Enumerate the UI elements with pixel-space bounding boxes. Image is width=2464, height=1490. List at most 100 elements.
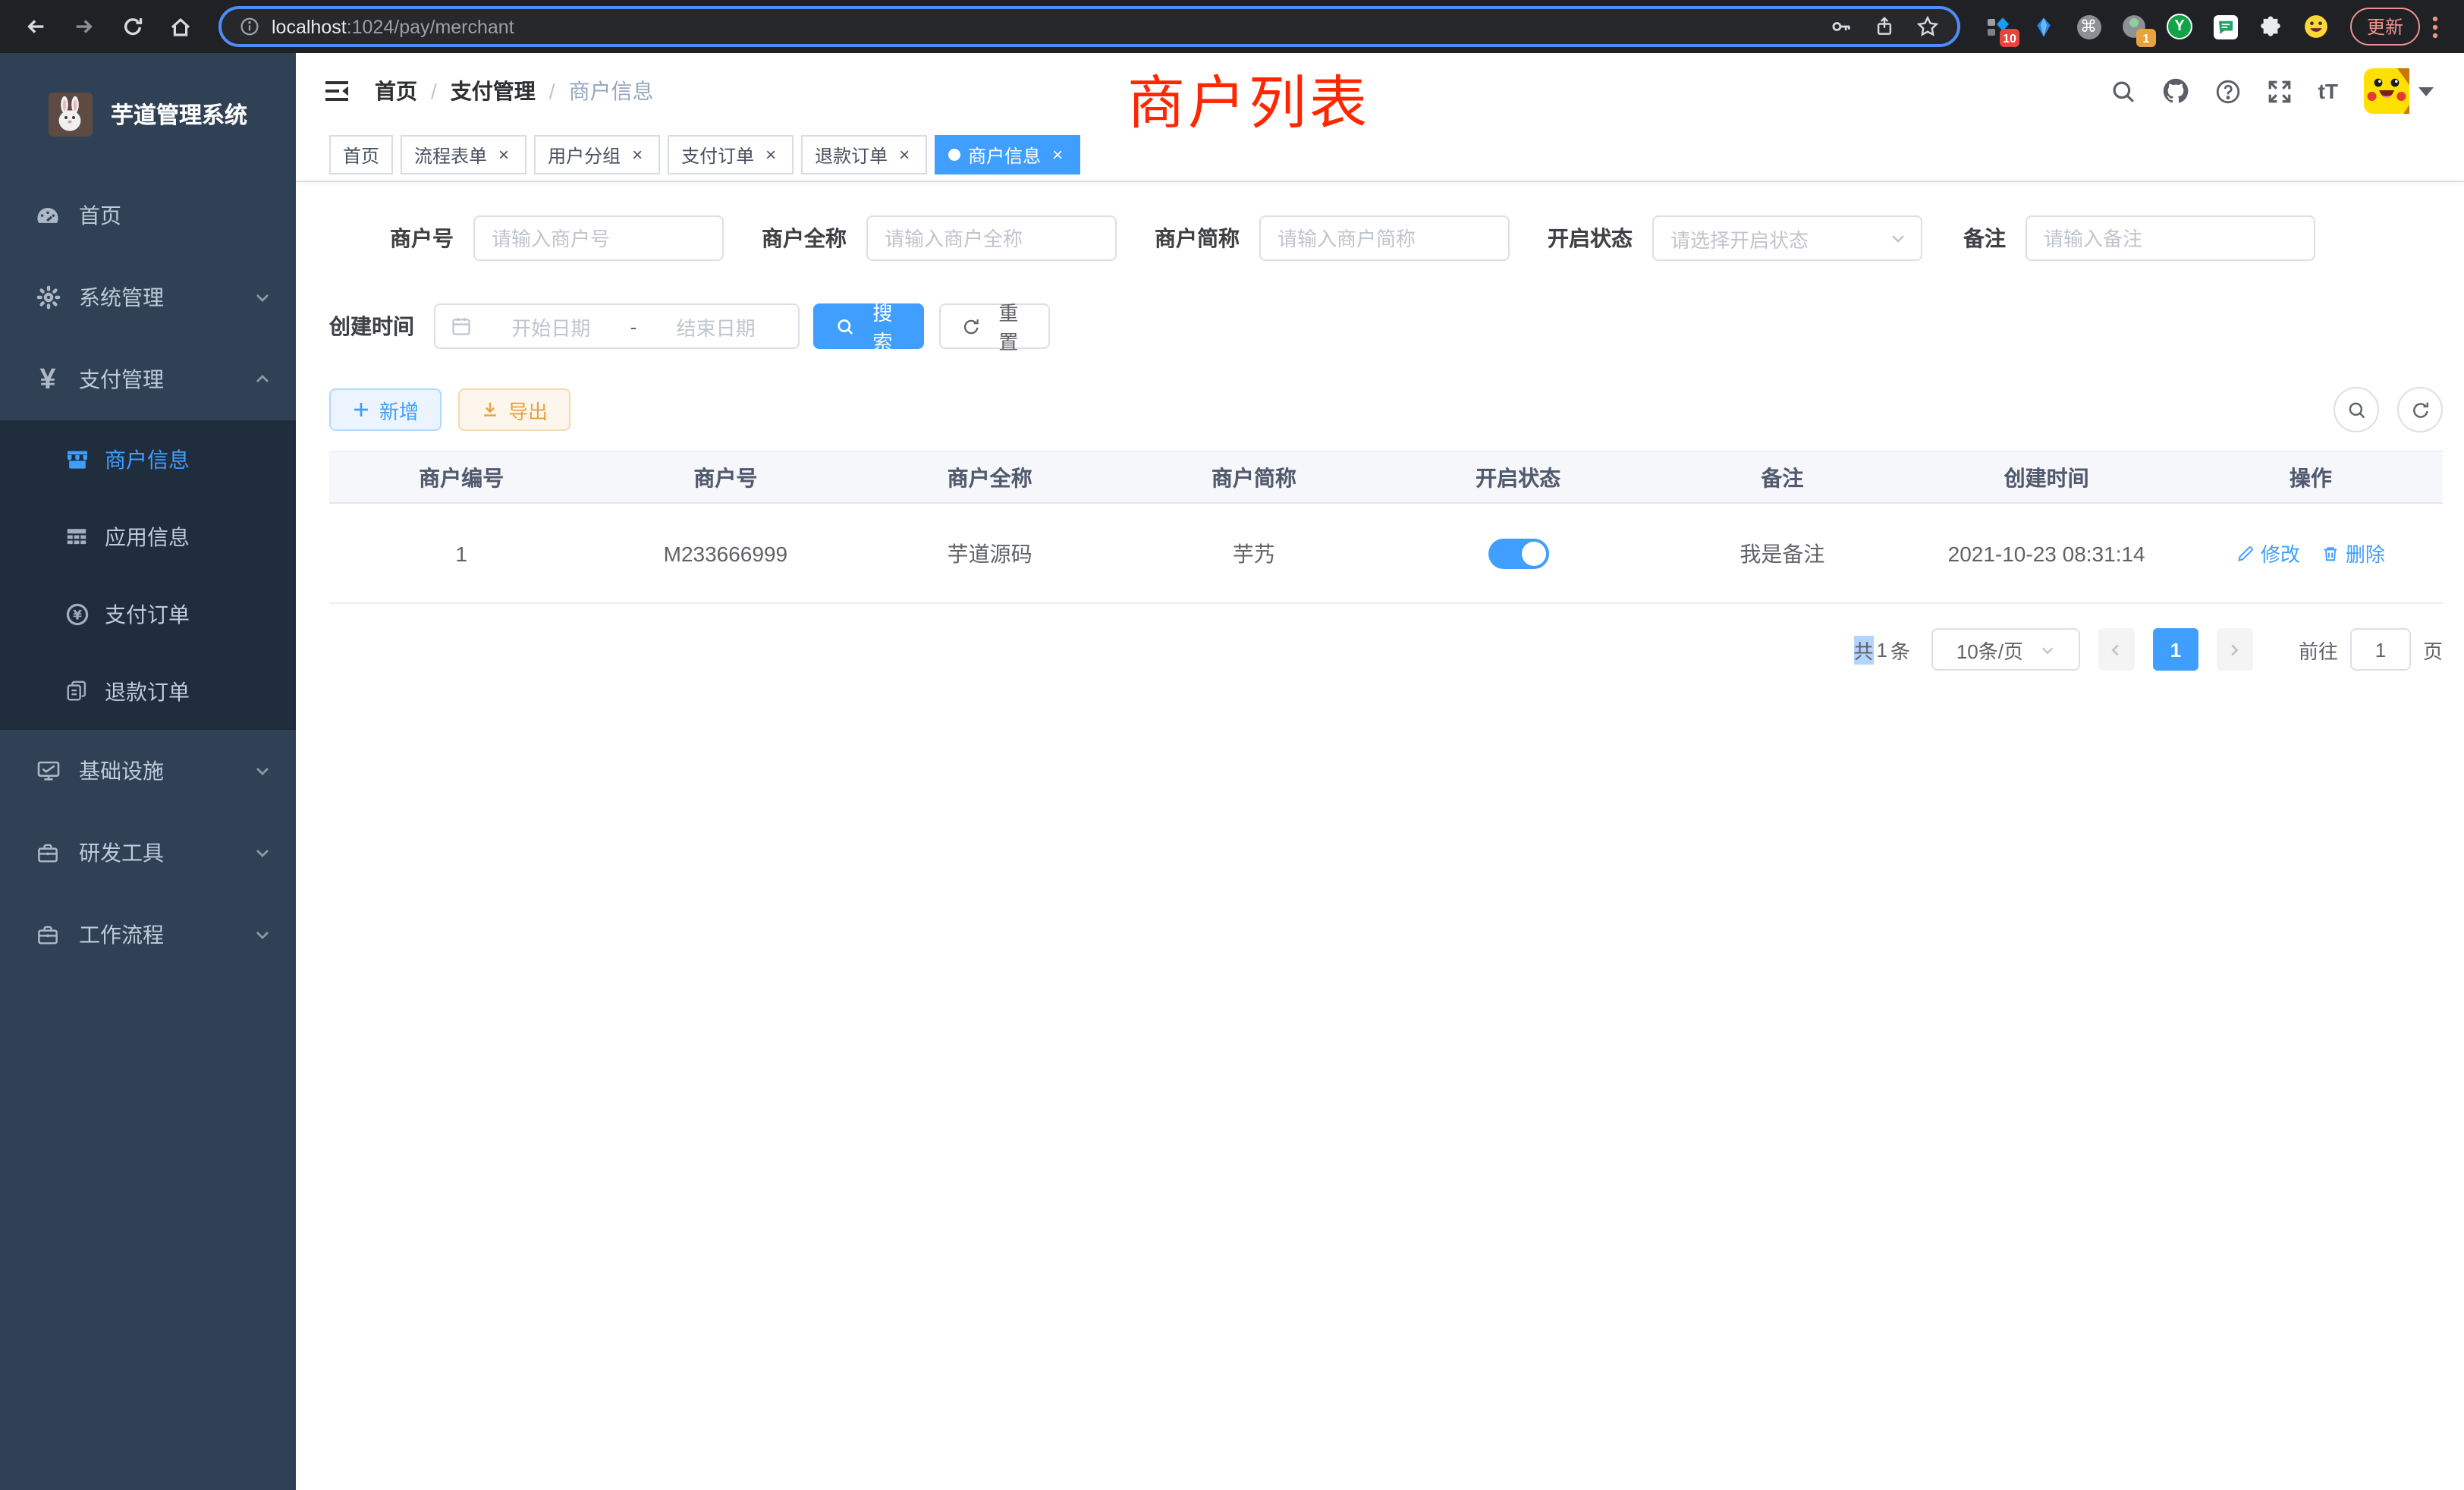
password-key-icon[interactable] <box>1830 15 1853 38</box>
sidebar-item-system[interactable]: 系统管理 <box>0 256 296 338</box>
browser-menu-icon[interactable] <box>2432 14 2438 39</box>
close-icon[interactable] <box>628 144 646 165</box>
add-button-label: 新增 <box>379 395 419 424</box>
share-icon[interactable] <box>1874 15 1895 38</box>
close-icon[interactable] <box>495 144 513 165</box>
url-text[interactable]: localhost:1024/pay/merchant <box>272 16 514 37</box>
prev-page-button[interactable] <box>2098 628 2135 671</box>
browser-update-button[interactable]: 更新 <box>2350 8 2420 46</box>
sidebar-item-merchant-info[interactable]: 商户信息 <box>0 420 296 498</box>
merchant-no-input[interactable] <box>473 215 724 261</box>
breadcrumb-home[interactable]: 首页 <box>375 76 417 106</box>
forward-arrow-icon <box>72 15 95 38</box>
delete-label: 删除 <box>2346 539 2385 567</box>
goto-page-input[interactable] <box>2350 628 2411 671</box>
search-button[interactable]: 搜索 <box>813 303 924 349</box>
tab-refund-order[interactable]: 退款订单 <box>801 135 927 174</box>
export-button-label: 导出 <box>508 395 548 424</box>
tab-process-form[interactable]: 流程表单 <box>401 135 526 174</box>
tab-label: 流程表单 <box>414 142 487 168</box>
trash-icon <box>2321 544 2340 562</box>
cell-create-time: 2021-10-23 08:31:14 <box>1915 541 2179 565</box>
extension-blocks-icon[interactable]: 10 <box>1985 14 2010 39</box>
tab-merchant-info[interactable]: 商户信息 <box>935 135 1080 174</box>
page-number-1[interactable]: 1 <box>2153 628 2198 671</box>
remark-label: 备注 <box>1963 223 2006 253</box>
sidebar-item-workflow[interactable]: 工作流程 <box>0 894 296 976</box>
extension-gem-icon[interactable] <box>2030 14 2056 39</box>
edit-link[interactable]: 修改 <box>2236 539 2300 567</box>
full-name-input[interactable] <box>866 215 1117 261</box>
bookmark-star-icon[interactable] <box>1916 15 1939 38</box>
sidebar-item-refund-order[interactable]: 退款订单 <box>0 652 296 730</box>
tab-home[interactable]: 首页 <box>329 135 393 174</box>
tab-user-group[interactable]: 用户分组 <box>534 135 660 174</box>
browser-reload-button[interactable] <box>112 7 152 46</box>
svg-text:¥: ¥ <box>72 607 81 622</box>
chevron-down-icon <box>253 844 272 862</box>
cell-short-name: 芋艿 <box>1122 538 1386 568</box>
help-icon[interactable] <box>2215 78 2241 104</box>
breadcrumb-separator <box>431 79 437 103</box>
extension-puzzle-icon[interactable] <box>2258 14 2283 39</box>
breadcrumb-payment[interactable]: 支付管理 <box>451 76 536 106</box>
sidebar-collapse-icon[interactable] <box>323 77 350 105</box>
user-menu[interactable] <box>2364 68 2434 114</box>
toggle-knob <box>1521 541 1545 565</box>
tab-pay-order[interactable]: 支付订单 <box>668 135 794 174</box>
refresh-table-button[interactable] <box>2397 387 2443 432</box>
sidebar-item-home[interactable]: 首页 <box>0 174 296 256</box>
github-icon[interactable] <box>2162 77 2189 105</box>
sidebar-item-label: 研发工具 <box>79 838 164 868</box>
total-suffix: 条 <box>1890 635 1910 664</box>
extension-emoji-icon[interactable] <box>2303 14 2329 39</box>
browser-home-button[interactable] <box>161 7 200 46</box>
close-icon[interactable] <box>1048 144 1067 165</box>
sidebar-item-pay-order[interactable]: ¥ 支付订单 <box>0 575 296 652</box>
reset-button[interactable]: 重置 <box>939 303 1050 349</box>
toggle-search-button[interactable] <box>2334 387 2379 432</box>
font-size-icon[interactable] <box>2318 79 2338 103</box>
add-button[interactable]: 新增 <box>329 388 442 431</box>
sidebar-item-infrastructure[interactable]: 基础设施 <box>0 730 296 812</box>
status-toggle[interactable] <box>1488 538 1548 568</box>
plus-icon <box>352 401 370 419</box>
status-select[interactable]: 请选择开启状态 <box>1652 215 1922 261</box>
create-time-range-picker[interactable]: 开始日期 - 结束日期 <box>434 303 800 349</box>
sidebar-item-app-info[interactable]: 应用信息 <box>0 498 296 575</box>
merchant-table: 商户编号 商户号 商户全称 商户简称 开启状态 备注 创建时间 操作 1 M23… <box>329 451 2443 604</box>
chevron-down-icon <box>253 288 272 306</box>
delete-link[interactable]: 删除 <box>2321 539 2385 567</box>
header-search-icon[interactable] <box>2110 78 2136 104</box>
short-name-input[interactable] <box>1259 215 1510 261</box>
remark-input[interactable] <box>2026 215 2315 261</box>
fullscreen-icon[interactable] <box>2267 78 2293 104</box>
next-page-button[interactable] <box>2217 628 2253 671</box>
page-size-select[interactable]: 10条/页 <box>1931 628 2080 671</box>
site-info-icon[interactable] <box>240 17 259 36</box>
extension-y-icon[interactable] <box>2167 14 2192 39</box>
refresh-icon <box>2410 400 2430 420</box>
extension-chat-icon[interactable] <box>2212 14 2238 39</box>
extension-command-icon[interactable] <box>2076 14 2101 39</box>
store-icon <box>64 447 90 471</box>
search-icon <box>2346 400 2366 420</box>
sidebar-item-payment[interactable]: ¥ 支付管理 <box>0 338 296 420</box>
close-icon[interactable] <box>895 144 913 165</box>
extension-profile-icon[interactable]: 1 <box>2121 14 2147 39</box>
sidebar-item-label: 首页 <box>79 200 121 231</box>
tab-label: 首页 <box>343 142 379 168</box>
pagination-goto: 前往 页 <box>2299 628 2443 671</box>
app-logo[interactable]: 芋道管理系统 <box>0 53 296 174</box>
sidebar-item-label: 工作流程 <box>79 919 164 950</box>
browser-back-button[interactable] <box>15 7 55 46</box>
rabbit-avatar <box>49 92 93 136</box>
yen-icon: ¥ <box>33 365 62 394</box>
status-placeholder: 请选择开启状态 <box>1670 224 1809 253</box>
sidebar-item-dev-tools[interactable]: 研发工具 <box>0 812 296 894</box>
browser-forward-button[interactable] <box>64 7 103 46</box>
export-button[interactable]: 导出 <box>458 388 570 431</box>
table-tools <box>2334 387 2443 432</box>
address-bar[interactable]: localhost:1024/pay/merchant <box>218 6 1960 47</box>
close-icon[interactable] <box>762 144 780 165</box>
